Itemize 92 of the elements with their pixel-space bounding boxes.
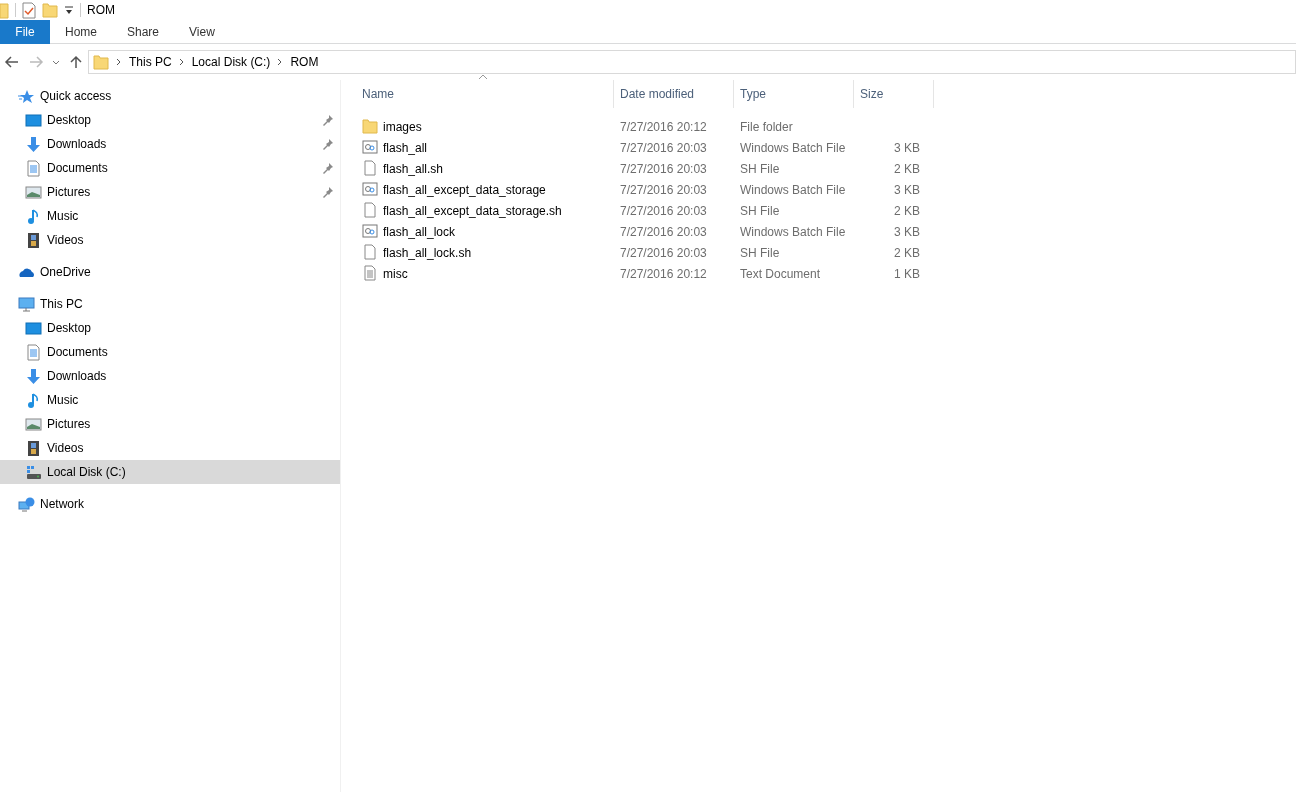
gear-file-icon bbox=[362, 223, 379, 240]
picture-icon bbox=[25, 183, 42, 201]
download-arrow-icon bbox=[25, 135, 42, 153]
folder-icon bbox=[362, 118, 379, 135]
column-header[interactable]: Name bbox=[356, 80, 614, 108]
date-cell-text: 7/27/2016 20:03 bbox=[619, 160, 708, 178]
download-arrow-icon bbox=[25, 367, 42, 385]
file-name[interactable]: misc bbox=[356, 264, 614, 283]
size-cell-text: 2 KB bbox=[893, 160, 921, 178]
size-cell-text: 2 KB bbox=[893, 202, 921, 220]
sidebar-item[interactable]: Desktop bbox=[0, 316, 340, 340]
size-cell-text: 3 KB bbox=[893, 139, 921, 157]
sidebar-item[interactable]: Music bbox=[0, 388, 340, 412]
file-name[interactable]: images bbox=[356, 117, 614, 136]
document-icon bbox=[25, 343, 42, 361]
file-name[interactable]: flash_all bbox=[356, 138, 614, 157]
type-cell-text: SH File bbox=[739, 244, 781, 262]
sidebar-item[interactable]: Network bbox=[0, 492, 340, 516]
file-name[interactable]: flash_all_lock bbox=[356, 222, 614, 241]
sidebar-item[interactable]: Downloads bbox=[0, 132, 340, 156]
desktop-monitor-icon bbox=[25, 319, 42, 337]
breadcrumb-link[interactable]: ROM bbox=[290, 53, 319, 71]
column-header[interactable]: Type bbox=[734, 80, 854, 108]
picture-icon bbox=[25, 415, 42, 433]
ribbon-tab[interactable]: View bbox=[174, 20, 230, 44]
type-cell-text: SH File bbox=[739, 202, 781, 220]
blank-file-icon bbox=[362, 244, 379, 261]
sidebar-item[interactable]: Desktop bbox=[0, 108, 340, 132]
sidebar-item[interactable]: Documents bbox=[0, 340, 340, 364]
sidebar-item[interactable]: Music bbox=[0, 204, 340, 228]
film-strip-icon bbox=[25, 439, 42, 457]
folder-icon bbox=[93, 53, 109, 71]
breadcrumb-link[interactable]: Local Disk (C:) bbox=[191, 53, 271, 71]
date-cell-text: 7/27/2016 20:12 bbox=[619, 118, 708, 136]
chevron-right-icon bbox=[115, 57, 123, 67]
column-header[interactable]: Size bbox=[854, 80, 934, 108]
film-strip-icon bbox=[25, 231, 42, 249]
size-cell-text: 3 KB bbox=[893, 223, 921, 241]
sort-caret-icon bbox=[478, 74, 488, 80]
date-cell-text: 7/27/2016 20:12 bbox=[619, 265, 708, 283]
chevron-right-icon bbox=[177, 57, 186, 67]
sidebar-item[interactable]: Quick access bbox=[0, 84, 340, 108]
file-name[interactable]: flash_all_except_data_storage.sh bbox=[356, 201, 614, 220]
type-cell-text: SH File bbox=[739, 160, 781, 178]
blank-file-icon bbox=[362, 160, 379, 177]
computer-monitor-icon bbox=[18, 295, 35, 313]
size-cell-text: 3 KB bbox=[893, 181, 921, 199]
network-computer-icon bbox=[18, 495, 35, 513]
sidebar-item[interactable]: Downloads bbox=[0, 364, 340, 388]
forward-arrow-icon bbox=[28, 54, 44, 70]
ribbon-tab[interactable]: Home bbox=[50, 20, 112, 44]
sidebar-item[interactable]: Documents bbox=[0, 156, 340, 180]
sidebar-item[interactable]: Videos bbox=[0, 228, 340, 252]
file-menu-tab[interactable]: File bbox=[0, 20, 50, 44]
type-cell-text: Windows Batch File bbox=[739, 223, 847, 241]
date-cell-text: 7/27/2016 20:03 bbox=[619, 244, 708, 262]
type-cell-text: File folder bbox=[739, 118, 794, 136]
blank-file-icon bbox=[362, 202, 379, 219]
date-cell-text: 7/27/2016 20:03 bbox=[619, 223, 708, 241]
sidebar-item[interactable]: This PC bbox=[0, 292, 340, 316]
back-arrow-icon bbox=[4, 54, 20, 70]
date-cell-text: 7/27/2016 20:03 bbox=[619, 139, 708, 157]
hard-drive-icon bbox=[25, 463, 42, 481]
window-title: ROM bbox=[87, 2, 115, 19]
text-file-icon bbox=[362, 265, 379, 282]
sidebar-item[interactable]: OneDrive bbox=[0, 260, 340, 284]
column-header[interactable]: Date modified bbox=[614, 80, 734, 108]
size-cell-text: 1 KB bbox=[893, 265, 921, 283]
date-cell-text: 7/27/2016 20:03 bbox=[619, 181, 708, 199]
gear-file-icon bbox=[362, 181, 379, 198]
sidebar-item[interactable]: Videos bbox=[0, 436, 340, 460]
address-bar[interactable]: This PC Local Disk (C:) ROM bbox=[88, 50, 1296, 74]
size-cell-text: 2 KB bbox=[893, 244, 921, 262]
document-icon bbox=[25, 159, 42, 177]
type-cell-text: Windows Batch File bbox=[739, 139, 847, 157]
chevron-down-icon bbox=[52, 59, 60, 65]
ribbon-tab[interactable]: Share bbox=[112, 20, 175, 44]
up-arrow-icon bbox=[68, 54, 84, 70]
file-name[interactable]: flash_all_except_data_storage bbox=[356, 180, 614, 199]
file-name[interactable]: flash_all_lock.sh bbox=[356, 243, 614, 262]
breadcrumb-link[interactable]: This PC bbox=[129, 53, 172, 71]
dropdown-caret-icon bbox=[64, 4, 74, 16]
type-cell-text: Windows Batch File bbox=[739, 181, 847, 199]
sidebar-item[interactable]: Local Disk (C:) bbox=[0, 460, 340, 484]
date-cell-text: 7/27/2016 20:03 bbox=[619, 202, 708, 220]
file-name[interactable]: flash_all.sh bbox=[356, 159, 614, 178]
sidebar-item[interactable]: Pictures bbox=[0, 412, 340, 436]
folder-icon bbox=[0, 1, 9, 19]
sidebar-item[interactable]: Pictures bbox=[0, 180, 340, 204]
gear-file-icon bbox=[362, 139, 379, 156]
type-cell-text: Text Document bbox=[739, 265, 822, 283]
desktop-monitor-icon bbox=[25, 111, 42, 129]
